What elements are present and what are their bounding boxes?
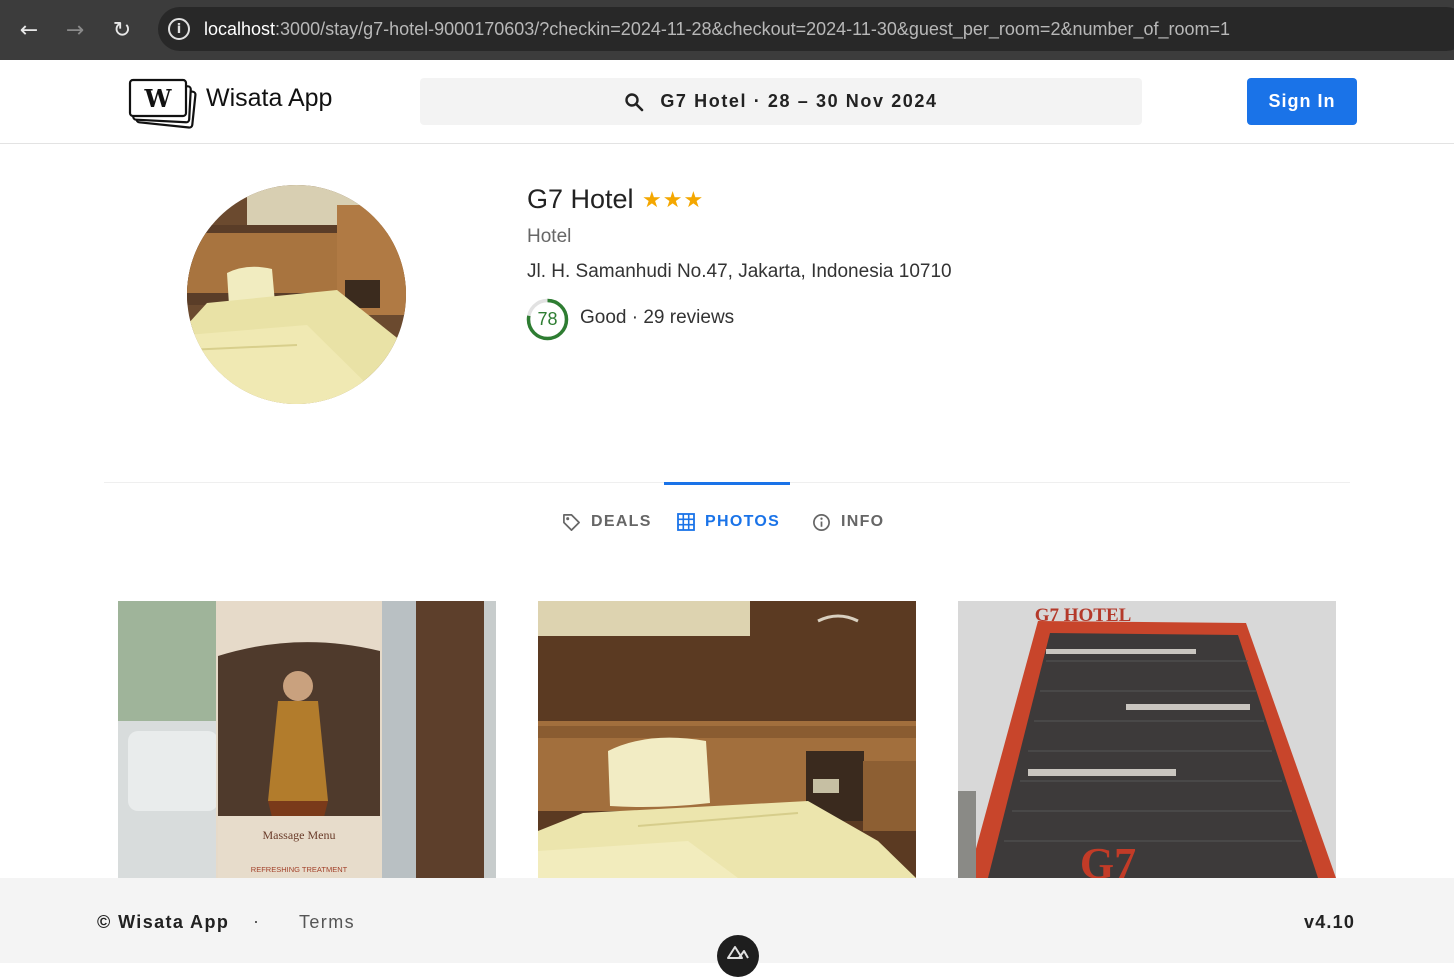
tab-info[interactable]: INFO	[812, 500, 884, 544]
url-path: :3000/stay/g7-hotel-9000170603/?checkin=…	[275, 18, 1231, 39]
url-host: localhost	[204, 18, 276, 39]
brand-name[interactable]: Wisata App	[206, 84, 332, 113]
footer-separator: ·	[253, 911, 259, 931]
banner-subtitle-text: REFRESHING TREATMENT	[251, 865, 348, 874]
wisata-logo-icon[interactable]: W	[128, 75, 198, 129]
tab-deals-label: DEALS	[591, 513, 652, 530]
svg-text:G7: G7	[1080, 839, 1136, 878]
search-summary-text: G7 Hotel · 28 – 30 Nov 2024	[660, 91, 938, 111]
banner-title-text: Massage Menu	[263, 828, 336, 842]
url-text[interactable]: localhost:3000/stay/g7-hotel-9000170603/…	[204, 19, 1230, 40]
active-tab-indicator	[664, 482, 790, 485]
footer-copyright: © Wisata App	[97, 912, 230, 932]
photo-hotel-room[interactable]	[538, 601, 916, 878]
rating-score: 78	[537, 309, 558, 329]
reload-icon[interactable]: ↻	[104, 12, 140, 48]
hotel-hero-image	[187, 185, 406, 404]
grid-icon	[677, 513, 695, 531]
tab-photos-label: PHOTOS	[705, 513, 781, 530]
hotel-name: G7 Hotel	[527, 184, 634, 214]
info-icon	[813, 513, 830, 531]
terms-link[interactable]: Terms	[299, 912, 355, 933]
sign-in-button[interactable]: Sign In	[1247, 78, 1357, 125]
photo-hotel-building[interactable]: G7 HOTEL G7	[958, 601, 1336, 878]
back-arrow-icon[interactable]: ←	[11, 12, 47, 48]
tab-info-label: INFO	[841, 513, 885, 530]
hotel-address: Jl. H. Samanhudi No.47, Jakarta, Indones…	[527, 261, 952, 282]
tag-icon	[563, 513, 580, 531]
tab-deals[interactable]: DEALS	[562, 500, 652, 544]
hotel-star-rating: ★★★	[642, 188, 705, 213]
address-bar[interactable]: i localhost:3000/stay/g7-hotel-900017060…	[158, 7, 1454, 51]
browser-toolbar: ← → ↻ i localhost:3000/stay/g7-hotel-900…	[0, 0, 1454, 60]
app-version: v4.10	[1304, 912, 1356, 932]
svg-text:W: W	[144, 84, 173, 113]
photo-spa-banner[interactable]: Massage Menu REFRESHING TREATMENT	[118, 601, 496, 878]
nuxt-devtools-button[interactable]	[717, 935, 759, 977]
search-icon	[625, 92, 644, 111]
app-header: W Wisata App G7 Hotel · 28 – 30 Nov 2024…	[0, 60, 1454, 144]
search-summary-button[interactable]: G7 Hotel · 28 – 30 Nov 2024	[420, 78, 1142, 125]
forward-arrow-icon[interactable]: →	[57, 12, 93, 48]
nuxt-logo-icon	[727, 946, 749, 959]
site-info-icon[interactable]: i	[168, 18, 190, 40]
rating-summary[interactable]: Good · 29 reviews	[580, 307, 734, 329]
hotel-type: Hotel	[527, 226, 572, 247]
tab-photos[interactable]: PHOTOS	[677, 500, 780, 544]
